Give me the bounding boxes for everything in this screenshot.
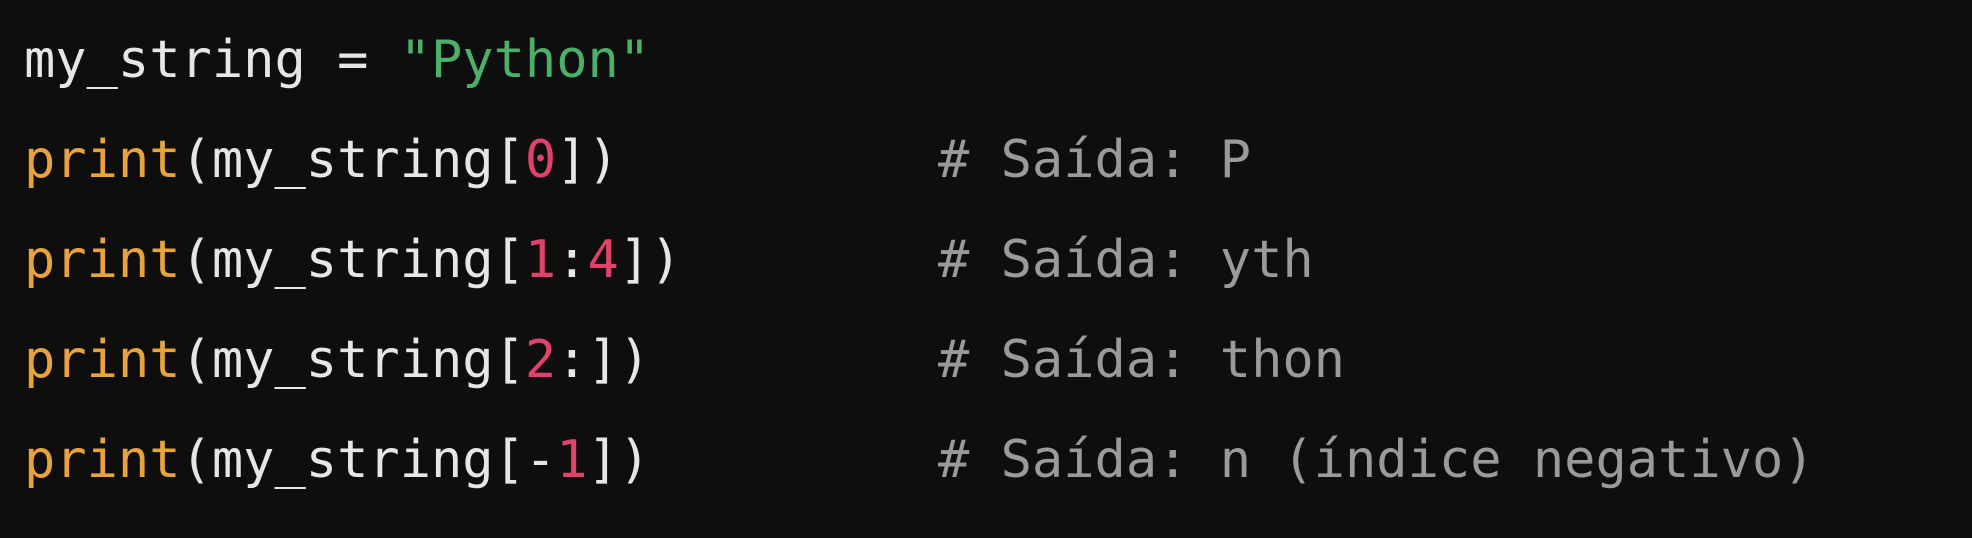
code-comment-2: # Saída: P <box>938 130 1252 190</box>
code-line-2: print(my_string[0]) <box>24 110 619 210</box>
code-line-4: print(my_string[2:]) <box>24 310 650 410</box>
call-open: (my_string[ <box>180 330 525 390</box>
call-close: ]) <box>587 430 651 490</box>
slice-start-number: 1 <box>524 230 557 290</box>
print-keyword: print <box>24 130 181 190</box>
slice-separator: : <box>556 230 588 290</box>
print-keyword: print <box>24 330 181 390</box>
code-line-5: print(my_string[-1]) <box>24 410 650 510</box>
print-keyword: print <box>24 230 181 290</box>
code-comment-3: # Saída: yth <box>938 230 1314 290</box>
variable-name: my_string <box>24 30 306 90</box>
code-line-3: print(my_string[1:4]) <box>24 210 681 310</box>
slice-start-number: 2 <box>524 330 557 390</box>
call-open: (my_string[ <box>180 230 525 290</box>
call-open: (my_string[ <box>180 130 525 190</box>
call-close: ]) <box>618 230 682 290</box>
index-number: 1 <box>556 430 588 490</box>
print-keyword: print <box>24 430 181 490</box>
code-block: my_string = "Python" print(my_string[0])… <box>0 0 1972 538</box>
index-number: 0 <box>524 130 557 190</box>
slice-end-number: 4 <box>587 230 619 290</box>
code-comment-5: # Saída: n (índice negativo) <box>938 430 1815 490</box>
call-close: ]) <box>556 130 619 190</box>
call-close: :]) <box>556 330 651 390</box>
string-literal: "Python" <box>399 30 651 90</box>
minus-sign: - <box>524 430 557 490</box>
code-comment-4: # Saída: thon <box>938 330 1345 390</box>
assign-operator: = <box>305 30 400 90</box>
call-open: (my_string[ <box>180 430 525 490</box>
code-line-1: my_string = "Python" <box>24 10 650 110</box>
